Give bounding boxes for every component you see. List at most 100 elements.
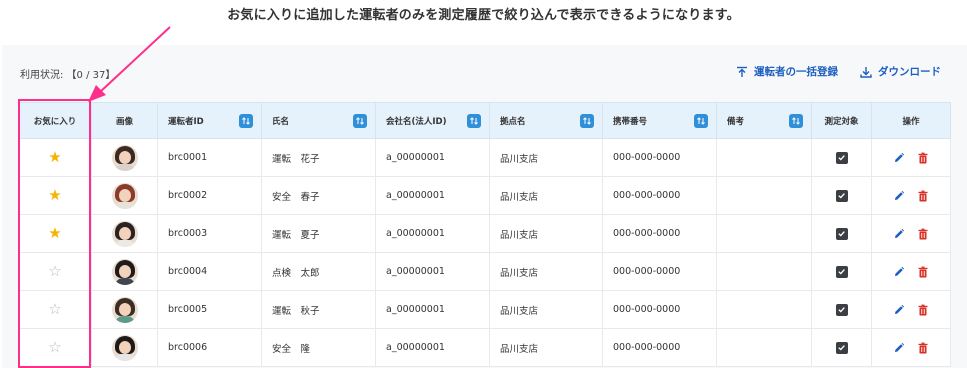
upload-icon bbox=[737, 66, 747, 77]
avatar bbox=[111, 296, 138, 323]
column-header-target: 測定対象 bbox=[811, 102, 872, 139]
phone-cell: 000-000-0000 bbox=[602, 214, 717, 253]
trash-icon[interactable] bbox=[917, 342, 929, 354]
table-row[interactable]: ☆ brc0006 安全 隆 a_00000001 品川支店 000-000-0… bbox=[18, 328, 951, 367]
trash-icon[interactable] bbox=[917, 152, 929, 164]
pencil-icon[interactable] bbox=[893, 304, 905, 316]
column-header-note: 備考 bbox=[716, 102, 812, 139]
table-row[interactable]: ☆ brc0005 運転 秋子 a_00000001 品川支店 000-000-… bbox=[18, 290, 951, 329]
download-label: ダウンロード bbox=[878, 66, 941, 78]
trash-icon[interactable] bbox=[917, 228, 929, 240]
sort-icon bbox=[583, 117, 591, 125]
note-cell bbox=[716, 176, 812, 215]
phone-cell: 000-000-0000 bbox=[602, 328, 717, 367]
sort-icon bbox=[470, 117, 478, 125]
company-cell: a_00000001 bbox=[375, 176, 490, 215]
trash-icon[interactable] bbox=[917, 266, 929, 278]
favorite-cell: ☆ bbox=[18, 328, 92, 367]
pencil-icon[interactable] bbox=[893, 228, 905, 240]
base-cell: 品川支店 bbox=[489, 176, 603, 215]
sort-icon bbox=[242, 117, 250, 125]
star-icon[interactable]: ★ bbox=[48, 226, 61, 241]
note-cell bbox=[716, 138, 812, 177]
sort-base-button[interactable] bbox=[580, 114, 594, 128]
table-header-row: お気に入り 画像 運転者ID 氏名 会社名(法人ID) 拠点名 携帯番号 備考 … bbox=[18, 102, 951, 139]
sort-phone-button[interactable] bbox=[694, 114, 708, 128]
table-row[interactable]: ☆ brc0004 点検 太郎 a_00000001 品川支店 000-000-… bbox=[18, 252, 951, 291]
checkbox-checked-icon[interactable] bbox=[835, 189, 848, 202]
sort-name-button[interactable] bbox=[353, 114, 367, 128]
name-cell: 点検 太郎 bbox=[261, 252, 376, 291]
bulk-register-button[interactable]: 運転者の一括登録 bbox=[736, 64, 838, 79]
favorite-cell: ☆ bbox=[18, 290, 92, 329]
annotation-caption: お気に入りに追加した運転者のみを測定履歴で絞り込んで表示できるようになります。 bbox=[227, 8, 740, 23]
driver-id-cell: brc0004 bbox=[157, 252, 262, 291]
download-icon bbox=[860, 66, 872, 78]
column-header-driver-id: 運転者ID bbox=[157, 102, 262, 139]
target-cell bbox=[811, 214, 872, 253]
checkbox-checked-icon[interactable] bbox=[835, 227, 848, 240]
pencil-icon[interactable] bbox=[893, 190, 905, 202]
sort-icon bbox=[697, 117, 705, 125]
target-cell bbox=[811, 138, 872, 177]
company-cell: a_00000001 bbox=[375, 138, 490, 177]
note-header-label: 備考 bbox=[727, 116, 745, 127]
column-header-operation: 操作 bbox=[871, 102, 951, 139]
table-row[interactable]: ★ brc0002 安全 春子 a_00000001 品川支店 000-000-… bbox=[18, 176, 951, 215]
company-cell: a_00000001 bbox=[375, 252, 490, 291]
trash-icon[interactable] bbox=[917, 190, 929, 202]
operation-cell bbox=[871, 290, 951, 329]
name-header-label: 氏名 bbox=[272, 116, 290, 127]
column-header-phone: 携帯番号 bbox=[602, 102, 717, 139]
note-cell bbox=[716, 290, 812, 329]
pencil-icon[interactable] bbox=[893, 342, 905, 354]
sort-note-button[interactable] bbox=[789, 114, 803, 128]
star-icon[interactable]: ☆ bbox=[48, 264, 61, 279]
favorite-cell: ★ bbox=[18, 214, 92, 253]
target-cell bbox=[811, 252, 872, 291]
avatar bbox=[111, 144, 138, 171]
operation-cell bbox=[871, 138, 951, 177]
name-cell: 運転 秋子 bbox=[261, 290, 376, 329]
checkbox-checked-icon[interactable] bbox=[835, 151, 848, 164]
base-cell: 品川支店 bbox=[489, 252, 603, 291]
phone-cell: 000-000-0000 bbox=[602, 290, 717, 329]
base-cell: 品川支店 bbox=[489, 328, 603, 367]
avatar-cell bbox=[91, 138, 158, 177]
base-cell: 品川支店 bbox=[489, 214, 603, 253]
favorite-cell: ★ bbox=[18, 176, 92, 215]
star-icon[interactable]: ★ bbox=[48, 150, 61, 165]
sort-driver-id-button[interactable] bbox=[239, 114, 253, 128]
star-icon[interactable]: ★ bbox=[48, 188, 61, 203]
table-row[interactable]: ★ brc0003 運転 夏子 a_00000001 品川支店 000-000-… bbox=[18, 214, 951, 253]
target-cell bbox=[811, 290, 872, 329]
operation-cell bbox=[871, 214, 951, 253]
column-header-company: 会社名(法人ID) bbox=[375, 102, 490, 139]
phone-cell: 000-000-0000 bbox=[602, 176, 717, 215]
pencil-icon[interactable] bbox=[893, 266, 905, 278]
sort-company-button[interactable] bbox=[467, 114, 481, 128]
download-button[interactable]: ダウンロード bbox=[860, 64, 941, 79]
name-cell: 運転 夏子 bbox=[261, 214, 376, 253]
pencil-icon[interactable] bbox=[893, 152, 905, 164]
star-icon[interactable]: ☆ bbox=[48, 340, 61, 355]
column-header-base: 拠点名 bbox=[489, 102, 603, 139]
base-cell: 品川支店 bbox=[489, 138, 603, 177]
driver-id-cell: brc0001 bbox=[157, 138, 262, 177]
operation-cell bbox=[871, 176, 951, 215]
name-cell: 安全 春子 bbox=[261, 176, 376, 215]
trash-icon[interactable] bbox=[917, 304, 929, 316]
phone-cell: 000-000-0000 bbox=[602, 138, 717, 177]
avatar bbox=[111, 258, 138, 285]
checkbox-checked-icon[interactable] bbox=[835, 341, 848, 354]
table-row[interactable]: ★ brc0001 運転 花子 a_00000001 品川支店 000-000-… bbox=[18, 138, 951, 177]
company-header-label: 会社名(法人ID) bbox=[386, 116, 447, 127]
checkbox-checked-icon[interactable] bbox=[835, 265, 848, 278]
checkbox-checked-icon[interactable] bbox=[835, 303, 848, 316]
star-icon[interactable]: ☆ bbox=[48, 302, 61, 317]
name-cell: 安全 隆 bbox=[261, 328, 376, 367]
favorite-cell: ★ bbox=[18, 138, 92, 177]
note-cell bbox=[716, 252, 812, 291]
driver-id-header-label: 運転者ID bbox=[168, 116, 204, 127]
note-cell bbox=[716, 214, 812, 253]
